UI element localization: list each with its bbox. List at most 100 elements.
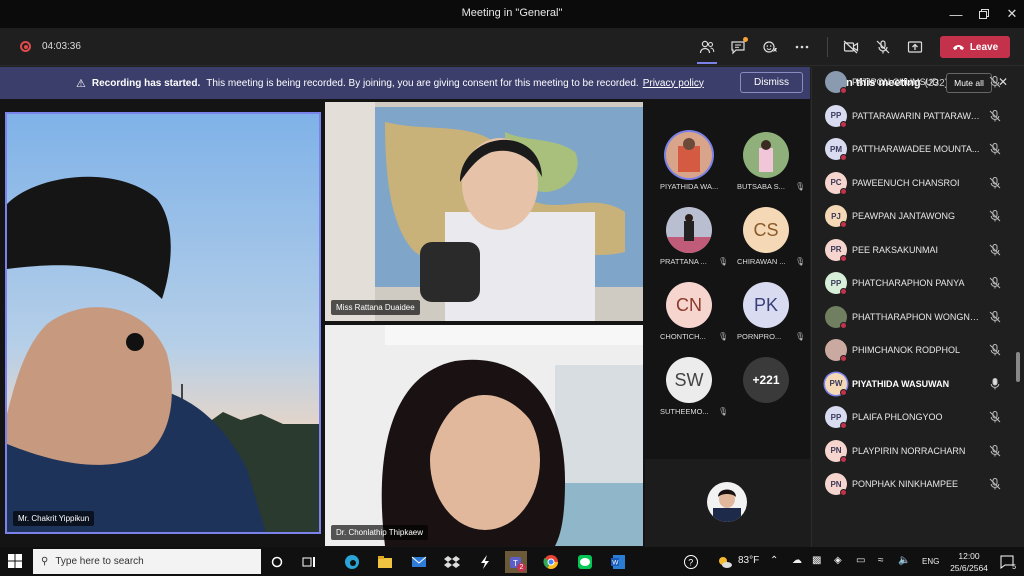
participant-row[interactable]: PP PATTARAWARIN PATTARAWA... xyxy=(812,100,1017,133)
help-icon[interactable]: ? xyxy=(680,551,702,573)
participant-row[interactable]: PP PHATCHARAPHON PANYA xyxy=(812,267,1017,300)
grid-participant-name: CHIRAWAN ... xyxy=(737,257,786,266)
notification-count: 5 xyxy=(1012,564,1016,571)
grid-participant-name: SUTHEEMO... xyxy=(660,407,709,416)
participant-row[interactable]: PHIMCHANOK RODPHOL xyxy=(812,334,1017,367)
avatar-photo xyxy=(666,132,712,178)
presence-status-icon xyxy=(840,187,847,195)
avatar-photo xyxy=(743,132,789,178)
participant-row[interactable]: PATIPON CHUMSUD xyxy=(812,67,1017,99)
participant-name: PATTHARAWADEE MOUNTA... xyxy=(852,144,980,154)
participant-name: PLAIFA PHLONGYOO xyxy=(852,412,943,422)
grid-participant[interactable]: PRATTANA ... 🎙 xyxy=(646,204,728,279)
volume-icon[interactable]: 🔈 xyxy=(898,555,910,566)
presence-status-icon xyxy=(840,388,847,396)
grid-overflow[interactable]: +221 xyxy=(723,354,803,429)
windows-start-icon[interactable] xyxy=(8,554,22,568)
mic-off-icon xyxy=(876,40,890,54)
task-view-icon[interactable] xyxy=(298,551,320,573)
participant-name: PONPHAK NINKHAMPEE xyxy=(852,479,959,489)
app-icon[interactable] xyxy=(474,551,496,573)
grid-participant[interactable]: CN CHONTICH... 🎙 xyxy=(646,279,728,354)
participant-row[interactable]: PW PIYATHIDA WASUWAN xyxy=(812,368,1017,401)
leave-button[interactable]: Leave xyxy=(940,36,1010,58)
camera-off-icon xyxy=(843,40,859,54)
teams-taskbar-icon[interactable]: T 2 xyxy=(505,551,527,573)
grid-participant[interactable]: CS CHIRAWAN ... 🎙 xyxy=(723,204,805,279)
dropbox-icon[interactable] xyxy=(441,551,463,573)
meeting-control-bar: 04:03:36 Leave xyxy=(0,28,1024,66)
participant-name: PEE RAKSAKUNMAI xyxy=(852,244,939,255)
share-button[interactable] xyxy=(902,34,928,60)
mic-off-icon xyxy=(989,143,1001,155)
mic-off-icon xyxy=(989,210,1001,222)
privacy-policy-link[interactable]: Privacy policy xyxy=(643,78,704,89)
grid-participant[interactable]: PIYATHIDA WA... xyxy=(646,129,726,204)
grid-participant[interactable]: PK PORNPRO... 🎙 xyxy=(723,279,805,354)
file-explorer-icon[interactable] xyxy=(374,551,396,573)
clock-time: 12:00 xyxy=(958,551,980,561)
tray-app-icon[interactable]: ◈ xyxy=(834,555,842,566)
participant-name: PEAWPAN JANTAWONG xyxy=(852,211,956,221)
cortana-icon[interactable] xyxy=(266,551,288,573)
presence-status-icon xyxy=(840,455,847,463)
dismiss-button[interactable]: Dismiss xyxy=(740,72,803,93)
weather-temp[interactable]: 83°F xyxy=(738,555,759,566)
video-tile-main[interactable]: Mr. Chakrit Yippikun xyxy=(5,112,321,534)
participant-row[interactable]: PN PONPHAK NINKHAMPEE xyxy=(812,468,1017,501)
presence-status-icon xyxy=(840,288,847,295)
share-icon xyxy=(907,41,923,53)
weather-icon xyxy=(714,551,736,573)
participant-name-tag: Mr. Chakrit Yippikun xyxy=(13,511,95,526)
participant-row[interactable]: PJ PEAWPAN JANTAWONG xyxy=(812,200,1017,233)
wifi-icon[interactable]: ≈ xyxy=(878,555,884,566)
language-indicator[interactable]: ENG xyxy=(922,557,939,566)
presence-status-icon xyxy=(840,154,847,161)
reactions-button[interactable] xyxy=(757,34,783,60)
grid-participant-name: PORNPRO... xyxy=(737,332,782,341)
chat-unread-indicator xyxy=(743,37,748,42)
notification-center-icon[interactable]: 5 xyxy=(996,551,1018,573)
grid-participant-name: CHONTICH... xyxy=(660,332,706,341)
participant-row[interactable]: PR PEE RAKSAKUNMAI xyxy=(812,234,1017,267)
participant-name: PAWEENUCH CHANSROI xyxy=(852,177,960,188)
word-icon[interactable]: W xyxy=(607,551,629,573)
video-tile-bottom[interactable]: Dr. Chonlathip Thipkaew xyxy=(325,325,643,546)
video-tile-top[interactable]: Miss Rattana Duaidee xyxy=(325,102,643,321)
chat-button[interactable] xyxy=(725,34,751,60)
presence-status-icon xyxy=(840,221,847,228)
participants-panel: ‹ In this meeting(232) Mute all ✕ PATIPO… xyxy=(811,67,1024,547)
mic-toggle-button[interactable] xyxy=(870,34,896,60)
grid-participant[interactable]: BUTSABA S... 🎙 xyxy=(723,129,805,204)
participant-row[interactable]: PP PLAIFA PHLONGYOO xyxy=(812,401,1017,434)
taskbar-search[interactable]: ⚲ Type here to search xyxy=(33,549,261,574)
hang-up-icon xyxy=(952,45,964,50)
battery-icon[interactable]: ▭ xyxy=(856,555,865,566)
banner-message: This meeting is being recorded. By joini… xyxy=(206,77,639,89)
svg-text:W: W xyxy=(612,560,619,567)
panel-scrollbar[interactable] xyxy=(1016,352,1020,382)
participant-row[interactable]: PC PAWEENUCH CHANSROI xyxy=(812,167,1017,200)
tray-chevron-icon[interactable]: ⌃ xyxy=(770,555,778,566)
edge-icon[interactable] xyxy=(341,551,363,573)
onedrive-icon[interactable]: ☁ xyxy=(792,555,802,566)
device-icon[interactable]: ▩ xyxy=(812,555,821,566)
chrome-icon[interactable] xyxy=(540,551,562,573)
participant-row[interactable]: PN PLAYPIRIN NORRACHARN xyxy=(812,435,1017,468)
camera-toggle-button[interactable] xyxy=(838,34,864,60)
self-view[interactable] xyxy=(645,459,810,547)
participants-button[interactable] xyxy=(694,34,720,64)
grid-participant[interactable]: SW SUTHEEMO... 🎙 xyxy=(646,354,728,429)
line-icon[interactable] xyxy=(574,551,596,573)
mail-icon[interactable] xyxy=(408,551,430,573)
more-actions-button[interactable] xyxy=(789,34,815,60)
mic-off-icon xyxy=(989,478,1001,490)
participant-row[interactable]: PHATTHARAPHON WONGNEN xyxy=(812,301,1017,334)
bottom-video-feed xyxy=(325,325,643,546)
close-window-icon[interactable]: ✕ xyxy=(996,0,1024,28)
presence-status-icon xyxy=(840,87,847,94)
participant-row[interactable]: PM PATTHARAWADEE MOUNTA... xyxy=(812,133,1017,166)
teams-badge: 2 xyxy=(517,563,526,572)
system-clock[interactable]: 12:00 25/6/2564 xyxy=(950,550,988,574)
search-icon: ⚲ xyxy=(41,556,49,567)
